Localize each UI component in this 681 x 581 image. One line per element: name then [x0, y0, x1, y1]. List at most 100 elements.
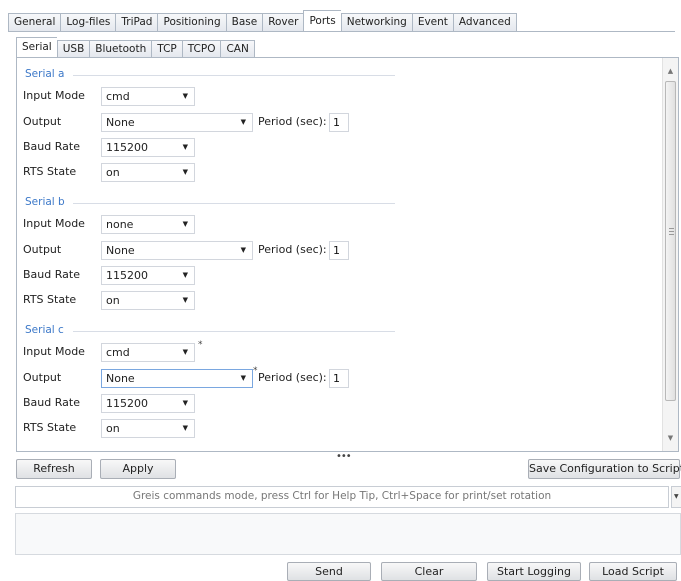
serial-a-group: Serial a Input Mode cmd ▼ Output None ▼ … — [23, 68, 397, 188]
input-mode-label: Input Mode — [23, 217, 85, 230]
group-divider — [73, 331, 395, 332]
selected-value: on — [106, 422, 120, 435]
selected-value: 115200 — [106, 141, 148, 154]
splitter-handle[interactable]: ••• — [336, 451, 352, 462]
chevron-down-icon: ▼ — [182, 220, 188, 228]
tab-tcpo[interactable]: TCPO — [181, 40, 221, 58]
chevron-down-icon: ▼ — [182, 424, 188, 432]
group-title: Serial a — [25, 68, 69, 80]
selected-value: 115200 — [106, 269, 148, 282]
tab-ports[interactable]: Ports — [303, 10, 341, 32]
selected-value: cmd — [106, 90, 130, 103]
chevron-down-icon: ▼ — [182, 399, 188, 407]
save-configuration-button[interactable]: Save Configuration to Script — [528, 459, 681, 479]
serial-a-period-input[interactable]: 1 — [329, 113, 349, 132]
chevron-down-icon: ▼ — [182, 271, 188, 279]
tab-usb[interactable]: USB — [56, 40, 90, 58]
rts-state-label: RTS State — [23, 165, 77, 178]
start-logging-button[interactable]: Start Logging — [487, 562, 581, 581]
scroll-down-icon[interactable]: ▼ — [663, 431, 678, 445]
sub-tab-bar: Serial USB Bluetooth TCP TCPO CAN — [16, 37, 255, 58]
selected-value: on — [106, 166, 120, 179]
scroll-up-icon[interactable]: ▲ — [663, 64, 678, 78]
main-tab-bar: General Log-files TriPad Positioning Bas… — [8, 10, 517, 32]
serial-c-period-input[interactable]: 1 — [329, 369, 349, 388]
output-label: Output — [23, 371, 62, 384]
console-output[interactable] — [15, 513, 681, 555]
serial-c-input-mode-select[interactable]: cmd ▼ — [101, 343, 195, 362]
modified-marker: * — [253, 366, 258, 376]
send-button[interactable]: Send — [287, 562, 371, 581]
rts-state-label: RTS State — [23, 293, 77, 306]
load-script-button[interactable]: Load Script — [589, 562, 677, 581]
serial-c-output-select[interactable]: None ▼ — [101, 369, 253, 388]
serial-settings-scroll-area: Serial a Input Mode cmd ▼ Output None ▼ … — [17, 58, 662, 451]
tab-log-files[interactable]: Log-files — [60, 13, 116, 32]
chevron-down-icon: ▼ — [182, 168, 188, 176]
group-title: Serial c — [25, 324, 68, 336]
modified-marker: * — [198, 340, 203, 350]
period-label: Period (sec): — [258, 371, 327, 384]
apply-button[interactable]: Apply — [100, 459, 176, 479]
chevron-down-icon: ▼ — [182, 92, 188, 100]
input-mode-label: Input Mode — [23, 89, 85, 102]
selected-value: cmd — [106, 346, 130, 359]
period-label: Period (sec): — [258, 243, 327, 256]
baud-rate-label: Baud Rate — [23, 396, 80, 409]
period-label: Period (sec): — [258, 115, 327, 128]
serial-b-rts-state-select[interactable]: on ▼ — [101, 291, 195, 310]
serial-b-baud-rate-select[interactable]: 115200 ▼ — [101, 266, 195, 285]
rts-state-label: RTS State — [23, 421, 77, 434]
serial-a-output-select[interactable]: None ▼ — [101, 113, 253, 132]
selected-value: None — [106, 244, 135, 257]
baud-rate-label: Baud Rate — [23, 268, 80, 281]
vertical-scrollbar[interactable]: ▲ ▼ — [662, 58, 678, 451]
tab-bar-divider — [8, 31, 675, 32]
refresh-button[interactable]: Refresh — [16, 459, 92, 479]
chevron-down-icon: ▼ — [240, 246, 246, 254]
group-title: Serial b — [25, 196, 69, 208]
tab-rover[interactable]: Rover — [262, 13, 304, 32]
serial-b-period-input[interactable]: 1 — [329, 241, 349, 260]
grip-icon — [669, 228, 674, 235]
chevron-down-icon: ▼ — [240, 118, 246, 126]
command-placeholder: Greis commands mode, press Ctrl for Help… — [132, 490, 552, 502]
chevron-down-icon: ▼ — [182, 143, 188, 151]
chevron-down-icon: ▼ — [182, 296, 188, 304]
tab-tripad[interactable]: TriPad — [115, 13, 158, 32]
selected-value: on — [106, 294, 120, 307]
tab-tcp[interactable]: TCP — [151, 40, 182, 58]
serial-c-rts-state-select[interactable]: on ▼ — [101, 419, 195, 438]
tab-serial[interactable]: Serial — [16, 37, 57, 58]
tab-general[interactable]: General — [8, 13, 61, 32]
input-mode-label: Input Mode — [23, 345, 85, 358]
output-label: Output — [23, 243, 62, 256]
tab-bluetooth[interactable]: Bluetooth — [89, 40, 152, 58]
clear-button[interactable]: Clear — [381, 562, 477, 581]
serial-c-baud-rate-select[interactable]: 115200 ▼ — [101, 394, 195, 413]
selected-value: None — [106, 372, 135, 385]
group-divider — [73, 203, 395, 204]
command-dropdown-button[interactable]: ▼ — [671, 486, 681, 508]
chevron-down-icon: ▼ — [240, 374, 246, 382]
serial-c-group: Serial c Input Mode cmd ▼ * Output None … — [23, 324, 397, 449]
tab-advanced[interactable]: Advanced — [452, 13, 517, 32]
output-label: Output — [23, 115, 62, 128]
command-input[interactable]: Greis commands mode, press Ctrl for Help… — [15, 486, 669, 508]
serial-b-input-mode-select[interactable]: none ▼ — [101, 215, 195, 234]
chevron-down-icon: ▼ — [182, 348, 188, 356]
tab-base[interactable]: Base — [225, 13, 263, 32]
serial-a-baud-rate-select[interactable]: 115200 ▼ — [101, 138, 195, 157]
selected-value: 115200 — [106, 397, 148, 410]
selected-value: None — [106, 116, 135, 129]
tab-positioning[interactable]: Positioning — [157, 13, 226, 32]
tab-networking[interactable]: Networking — [340, 13, 412, 32]
serial-a-input-mode-select[interactable]: cmd ▼ — [101, 87, 195, 106]
tab-event[interactable]: Event — [411, 13, 453, 32]
baud-rate-label: Baud Rate — [23, 140, 80, 153]
serial-b-output-select[interactable]: None ▼ — [101, 241, 253, 260]
scrollbar-thumb[interactable] — [665, 81, 676, 401]
serial-a-rts-state-select[interactable]: on ▼ — [101, 163, 195, 182]
selected-value: none — [106, 218, 134, 231]
tab-can[interactable]: CAN — [220, 40, 255, 58]
